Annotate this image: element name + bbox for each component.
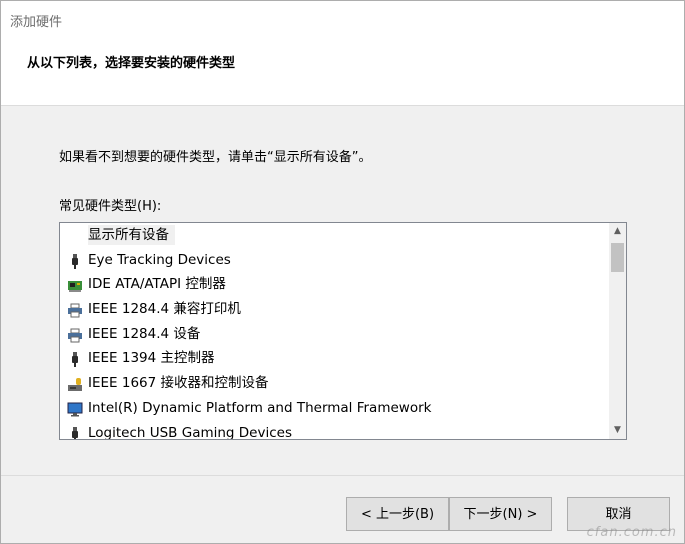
list-item-label: Eye Tracking Devices xyxy=(88,251,231,268)
list-item[interactable]: IEEE 1394 主控制器 xyxy=(60,346,604,371)
vertical-scrollbar[interactable]: ▲ ▼ xyxy=(609,223,626,439)
add-hardware-dialog: 添加硬件 从以下列表，选择要安装的硬件类型 如果看不到想要的硬件类型，请单击“显… xyxy=(0,0,685,544)
usb-plug-icon xyxy=(67,426,83,439)
list-item-label: IDE ATA/ATAPI 控制器 xyxy=(88,276,226,293)
list-item-label: IEEE 1394 主控制器 xyxy=(88,350,215,367)
printer-icon xyxy=(67,327,83,343)
hardware-type-label: 常见硬件类型(H): xyxy=(59,199,162,214)
usb-plug-icon xyxy=(67,253,83,269)
usb-plug-icon xyxy=(67,351,83,368)
back-button[interactable]: < 上一步(B) xyxy=(346,497,449,531)
list-item[interactable]: Intel(R) Dynamic Platform and Thermal Fr… xyxy=(60,396,604,421)
list-item-label: IEEE 1284.4 设备 xyxy=(88,325,201,342)
list-item[interactable]: IDE ATA/ATAPI 控制器 xyxy=(60,272,604,297)
instruction-text: 如果看不到想要的硬件类型，请单击“显示所有设备”。 xyxy=(59,150,372,165)
list-item-label: IEEE 1284.4 兼容打印机 xyxy=(88,301,241,318)
list-item[interactable]: 显示所有设备 xyxy=(60,223,604,248)
page-heading: 从以下列表，选择要安装的硬件类型 xyxy=(27,56,236,71)
list-item[interactable]: IEEE 1667 接收器和控制设备 xyxy=(60,371,604,396)
footer-divider xyxy=(1,475,684,476)
dialog-header: 添加硬件 从以下列表，选择要安装的硬件类型 xyxy=(1,1,684,106)
watermark-text: cfan.com.cn xyxy=(586,525,677,540)
list-item[interactable]: IEEE 1284.4 兼容打印机 xyxy=(60,297,604,322)
printer-icon xyxy=(67,302,83,318)
ide-controller-icon xyxy=(67,277,83,293)
window-title: 添加硬件 xyxy=(10,15,63,30)
list-item-label: IEEE 1667 接收器和控制设备 xyxy=(88,375,269,392)
list-item-label: 显示所有设备 xyxy=(88,225,175,245)
listbox-items: 显示所有设备 Eye Tracking Devices IDE ATA/ATAPI … xyxy=(60,223,604,440)
scroll-down-arrow-icon[interactable]: ▼ xyxy=(609,422,626,439)
list-item-label: Intel(R) Dynamic Platform and Thermal Fr… xyxy=(88,399,432,416)
scrollbar-thumb[interactable] xyxy=(611,243,624,272)
list-item[interactable]: IEEE 1284.4 设备 xyxy=(60,322,604,347)
next-button[interactable]: 下一步(N) > xyxy=(449,497,552,531)
list-item[interactable]: Eye Tracking Devices xyxy=(60,248,604,273)
hardware-type-listbox[interactable]: 显示所有设备 Eye Tracking Devices IDE ATA/ATAPI … xyxy=(59,222,627,440)
monitor-icon xyxy=(67,401,83,417)
scroll-up-arrow-icon[interactable]: ▲ xyxy=(609,223,626,240)
security-device-icon xyxy=(67,376,83,392)
list-item[interactable]: Logitech USB Gaming Devices xyxy=(60,421,604,440)
list-item-label: Logitech USB Gaming Devices xyxy=(88,424,292,440)
